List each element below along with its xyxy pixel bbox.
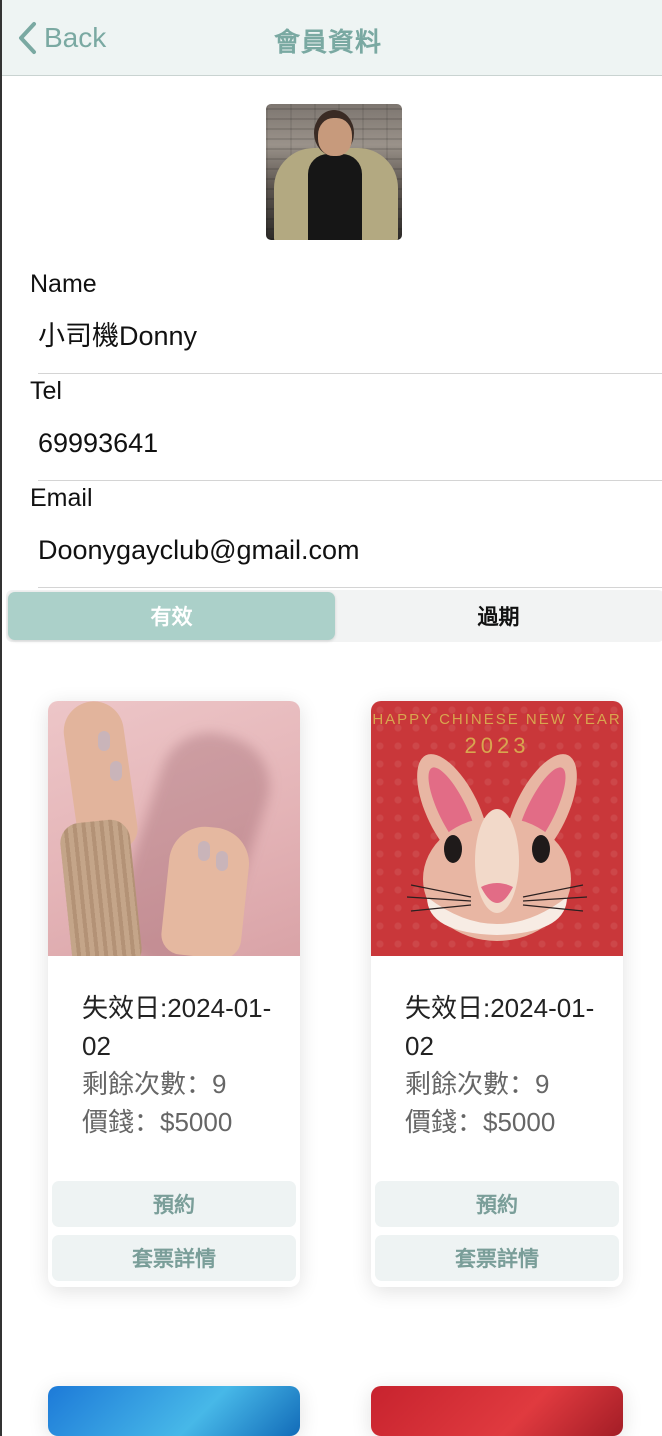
avatar — [266, 104, 402, 240]
page-title: 會員資料 — [273, 27, 382, 57]
package-card: 失效日:2024-01-02 剩餘次數：9 價錢：$5000 預約 套票詳情 — [48, 701, 300, 1287]
package-detail-button[interactable]: 套票詳情 — [375, 1235, 619, 1281]
expiry-date: 失效日:2024-01-02 — [405, 993, 595, 1061]
name-label: Name — [30, 270, 97, 298]
package-detail-button[interactable]: 套票詳情 — [52, 1235, 296, 1281]
tel-field[interactable]: 69993641 — [38, 421, 662, 481]
package-image-nails — [48, 701, 300, 956]
package-card-partial[interactable] — [371, 1386, 623, 1436]
navigation-bar: Back 會員資料 — [2, 0, 662, 76]
tel-label: Tel — [30, 377, 62, 405]
price: 價錢：$5000 — [82, 1107, 233, 1137]
price: 價錢：$5000 — [405, 1107, 556, 1137]
package-card: HAPPY CHINESE NEW YEAR 2023 失效日:2024-01-… — [371, 701, 623, 1287]
email-field[interactable]: Doonygayclub@gmail.com — [38, 528, 662, 588]
expiry-date: 失效日:2024-01-02 — [82, 993, 272, 1061]
package-image-rabbit: HAPPY CHINESE NEW YEAR 2023 — [371, 701, 623, 956]
tab-expired[interactable]: 過期 — [335, 592, 662, 640]
name-field[interactable]: 小司機Donny — [38, 314, 662, 374]
status-segmented-control: 有效 過期 — [6, 590, 662, 642]
package-card-partial[interactable] — [48, 1386, 300, 1436]
remaining-count: 剩餘次數：9 — [82, 1069, 227, 1099]
tab-valid[interactable]: 有效 — [8, 592, 335, 640]
book-button[interactable]: 預約 — [375, 1181, 619, 1227]
rabbit-icon — [406, 754, 588, 941]
book-button[interactable]: 預約 — [52, 1181, 296, 1227]
email-label: Email — [30, 484, 93, 512]
remaining-count: 剩餘次數：9 — [405, 1069, 550, 1099]
